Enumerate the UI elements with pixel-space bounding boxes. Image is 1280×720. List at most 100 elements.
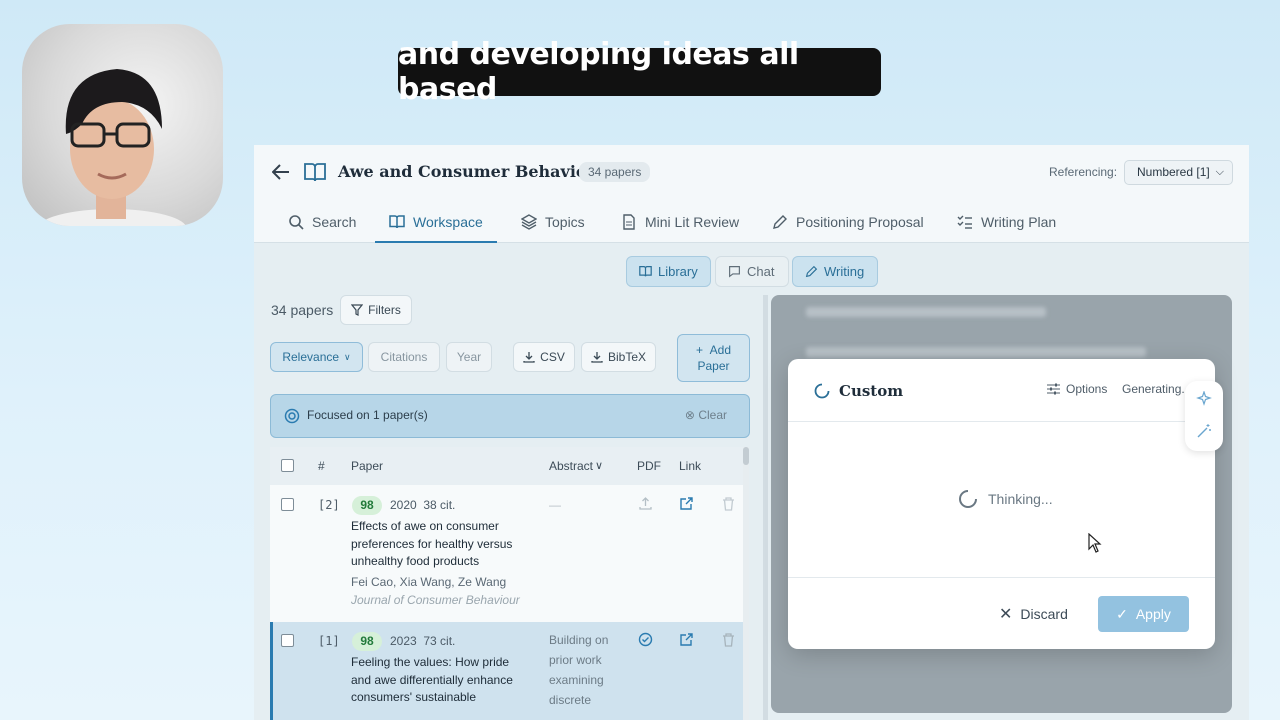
segment-label: Chat (747, 264, 775, 279)
apply-button[interactable]: ✓ Apply (1098, 596, 1189, 632)
header-abstract[interactable]: Abstract (549, 459, 593, 473)
pencil-icon (805, 265, 818, 278)
segment-label: Library (658, 264, 698, 279)
paper-title[interactable]: Effects of awe on consumer preferences f… (351, 518, 531, 571)
header-link: Link (679, 459, 702, 473)
generate-dialog: Custom Options Generating... Thinking...… (788, 359, 1215, 649)
table-scrollbar[interactable] (743, 447, 749, 720)
referencing-select[interactable]: Numbered [1] ⌵ (1124, 160, 1233, 185)
document-icon (623, 214, 635, 230)
paper-count-badge: 34 papers (579, 162, 651, 182)
header-pdf: PDF (637, 459, 661, 473)
citations-label: Citations (380, 350, 428, 364)
chevron-down-icon: ⌵ (1215, 166, 1224, 178)
row-checkbox[interactable] (281, 634, 294, 647)
row-meta: 2023 73 cit. (390, 634, 456, 648)
paper-abstract: Building on prior work examining discret… (549, 633, 609, 707)
focus-banner: Focused on 1 paper(s) ⊗ Clear (270, 394, 750, 438)
row-meta: 2020 38 cit. (390, 498, 456, 512)
export-csv-button[interactable]: CSV (513, 342, 575, 372)
segment-library[interactable]: Library (626, 256, 711, 287)
search-icon (289, 215, 304, 230)
add-paper-label-2: Paper (697, 358, 730, 373)
tab-writing-plan[interactable]: Writing Plan (957, 201, 1056, 243)
table-row[interactable]: [1] 98 2023 73 cit. Feeling the values: … (270, 622, 743, 720)
segment-label: Writing (824, 264, 865, 279)
tab-search[interactable]: Search (288, 201, 356, 243)
external-link-icon[interactable] (679, 496, 694, 511)
pane-resize-handle[interactable] (763, 295, 768, 720)
paper-journal: Journal of Consumer Behaviour (351, 593, 520, 607)
chevron-down-icon[interactable]: ∨ (595, 459, 603, 472)
webcam-video (22, 24, 223, 226)
tab-label: Mini Lit Review (645, 214, 740, 230)
paper-abstract: — (549, 498, 561, 512)
tab-positioning-proposal[interactable]: Positioning Proposal (772, 201, 924, 243)
tab-label: Writing Plan (981, 214, 1057, 230)
spinner-icon (959, 490, 977, 508)
sort-relevance-button[interactable]: Relevance ∨ (270, 342, 363, 372)
options-button[interactable]: Options (1047, 382, 1107, 396)
upload-icon[interactable] (638, 496, 653, 511)
bibtex-label: BibTeX (607, 350, 647, 364)
tab-topics[interactable]: Topics (521, 201, 585, 243)
paper-title[interactable]: Feeling the values: How pride and awe di… (351, 654, 531, 707)
apply-label: Apply (1135, 606, 1171, 622)
generating-status: Generating... (1122, 382, 1192, 396)
select-all-checkbox[interactable] (281, 459, 294, 472)
thinking-indicator: Thinking... (958, 489, 1053, 509)
thinking-label: Thinking... (988, 491, 1053, 507)
add-paper-label: + Add (695, 342, 732, 357)
year-label: Year (456, 350, 482, 364)
tab-mini-lit-review[interactable]: Mini Lit Review (621, 201, 739, 243)
close-icon: ✕ (999, 606, 1013, 623)
papers-table: # Paper Abstract ∨ PDF Link [2] 98 2020 … (270, 447, 743, 720)
sort-year-button[interactable]: Year (446, 342, 492, 372)
referencing-value: Numbered [1] (1137, 165, 1210, 179)
table-row[interactable]: [2] 98 2020 38 cit. Effects of awe on co… (270, 485, 743, 622)
back-button[interactable] (270, 161, 292, 183)
project-title: Awe and Consumer Behavior (338, 162, 596, 181)
pencil-icon (773, 215, 787, 229)
tab-label: Positioning Proposal (796, 214, 924, 230)
add-paper-button[interactable]: + Add Paper (677, 334, 750, 382)
book-open-icon (389, 215, 405, 229)
check-circle-icon[interactable] (638, 632, 653, 647)
table-scrollbar-thumb[interactable] (743, 447, 749, 465)
referencing-label: Referencing: (1049, 165, 1118, 179)
arrow-left-icon (272, 164, 289, 180)
blurred-editor-toolbar (806, 347, 1146, 357)
discard-button[interactable]: ✕ Discard (999, 604, 1068, 624)
sort-citations-button[interactable]: Citations (368, 342, 440, 372)
chevron-down-icon: ∨ (344, 351, 351, 362)
tab-label: Topics (545, 214, 585, 230)
trash-icon[interactable] (721, 496, 736, 511)
segment-chat[interactable]: Chat (715, 256, 789, 287)
focus-text: Focused on 1 paper(s) (307, 408, 428, 422)
book-icon (304, 163, 326, 182)
trash-icon[interactable] (721, 632, 736, 647)
row-index: [2] (318, 498, 340, 512)
filter-icon (351, 304, 364, 316)
row-checkbox[interactable] (281, 498, 294, 511)
layers-icon (521, 214, 537, 230)
options-label: Options (1066, 382, 1108, 396)
mouse-cursor-icon (1088, 533, 1102, 553)
tab-workspace[interactable]: Workspace (375, 201, 497, 243)
sparkle-icon[interactable] (1196, 391, 1212, 407)
segment-writing[interactable]: Writing (792, 256, 878, 287)
clear-focus-button[interactable]: ⊗ Clear (685, 408, 727, 422)
filters-button[interactable]: Filters (340, 295, 412, 325)
app-header: Awe and Consumer Behavior 34 papers Refe… (254, 145, 1249, 243)
clear-label: Clear (698, 408, 727, 422)
external-link-icon[interactable] (679, 632, 694, 647)
header-paper[interactable]: Paper (351, 459, 383, 473)
csv-label: CSV (540, 350, 565, 364)
chat-bubble-icon (729, 266, 740, 278)
export-bibtex-button[interactable]: BibTeX (581, 342, 656, 372)
magic-wand-icon[interactable] (1196, 423, 1212, 439)
tab-label: Workspace (413, 214, 483, 230)
target-icon (284, 408, 300, 424)
discard-label: Discard (1020, 606, 1068, 622)
dialog-title: Custom (839, 382, 904, 400)
